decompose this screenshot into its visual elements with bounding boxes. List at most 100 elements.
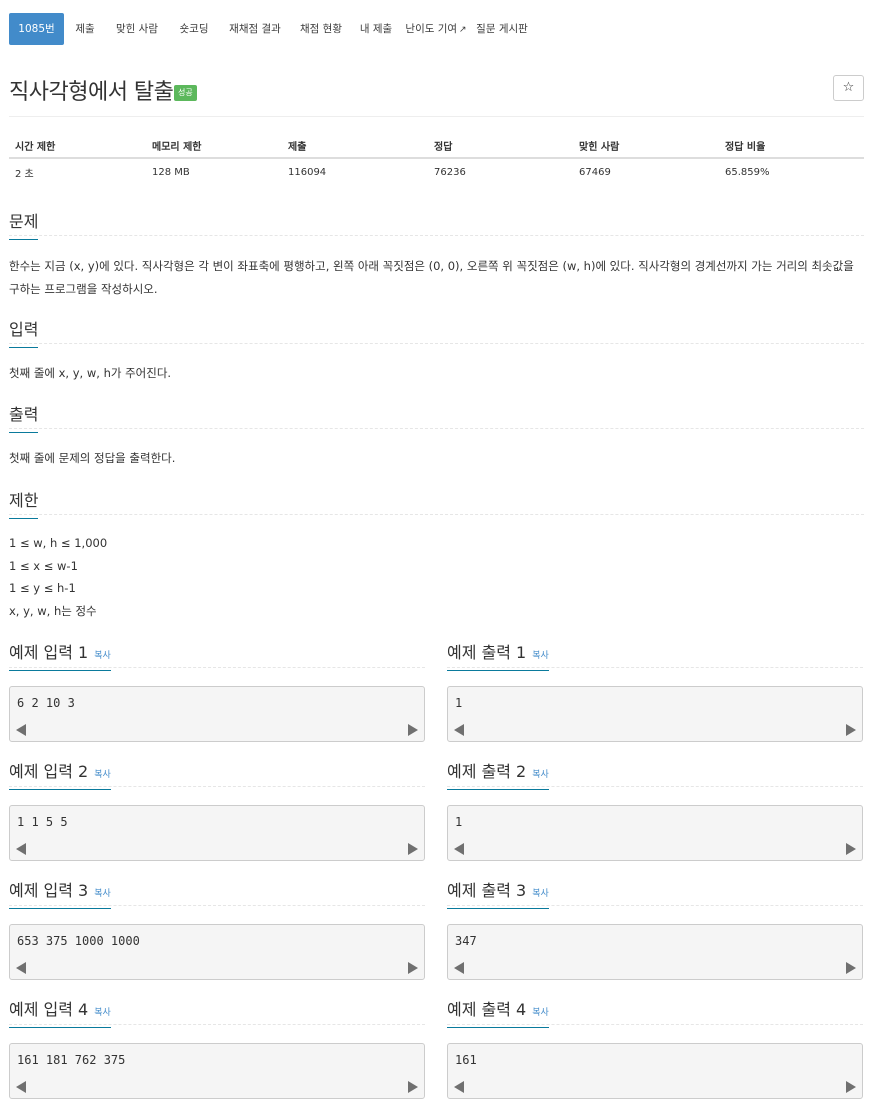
section-divider [9,667,425,668]
tab-short-coding[interactable]: 숏코딩 [169,13,219,45]
sample-output-code: 161 [455,1053,477,1067]
sample-input-2-header: 예제 입력 2 복사 [9,758,425,790]
sample-input-title-text: 예제 입력 2 [9,762,89,781]
scroll-right-arrow-icon[interactable] [408,843,418,855]
copy-button[interactable]: 복사 [94,651,111,661]
sample-input-title-text: 예제 입력 3 [9,881,89,900]
sample-input-code: 653 375 1000 1000 [17,934,140,948]
copy-button[interactable]: 복사 [94,889,111,899]
problem-page: 1085번 제출 맞힌 사람 숏코딩 재채점 결과 채점 현황 내 제출 난이도… [0,0,880,1111]
input-description: 첫째 줄에 x, y, w, h가 주어진다. [9,366,172,380]
value-memory-limit: 128 MB [152,167,190,178]
scroll-right-arrow-icon[interactable] [846,1081,856,1093]
info-header-row: 시간 제한 메모리 제한 제출 정답 맞힌 사람 정답 비율 [9,134,864,159]
page-title: 직사각형에서 탈출 [9,80,174,105]
scroll-right-arrow-icon[interactable] [408,962,418,974]
section-divider [447,786,863,787]
value-time-limit: 2 초 [15,169,34,180]
copy-button[interactable]: 복사 [532,889,549,899]
section-divider [9,514,864,515]
external-link-icon: ↗ [459,25,467,35]
sample-output-3-header: 예제 출력 3 복사 [447,877,863,909]
status-badge: 성공 [174,85,197,101]
scroll-right-arrow-icon[interactable] [846,843,856,855]
tab-difficulty-contribution[interactable]: 난이도 기여 ↗ [401,13,471,45]
section-divider [9,343,864,344]
problem-nav-tabs: 1085번 제출 맞힌 사람 숏코딩 재채점 결과 채점 현황 내 제출 난이도… [9,13,533,45]
limit-item: x, y, w, h는 정수 [9,603,97,618]
scroll-left-arrow-icon[interactable] [454,962,464,974]
scroll-left-arrow-icon[interactable] [454,1081,464,1093]
sample-output-4-box: 161 [447,1043,863,1099]
sample-output-code: 1 [455,815,463,829]
problem-description-line: 한수는 지금 (x, y)에 있다. 직사각형은 각 변이 좌표축에 평행하고,… [9,259,854,273]
value-accept-ratio: 65.859% [725,167,770,178]
limit-item: 1 ≤ y ≤ h-1 [9,581,76,595]
sample-output-title-text: 예제 출력 3 [447,881,527,900]
value-submissions: 116094 [288,167,327,178]
scroll-left-arrow-icon[interactable] [16,1081,26,1093]
copy-button[interactable]: 복사 [94,770,111,780]
sample-input-1-header: 예제 입력 1 복사 [9,639,425,671]
section-divider [447,667,863,668]
scroll-right-arrow-icon[interactable] [408,1081,418,1093]
copy-button[interactable]: 복사 [94,1008,111,1018]
header-time-limit: 시간 제한 [9,134,146,159]
tab-difficulty-label: 난이도 기여 [405,23,458,35]
star-button[interactable]: ☆ [833,75,864,101]
title-divider [9,116,864,117]
sample-input-code: 1 1 5 5 [17,815,68,829]
tab-rejudge-results[interactable]: 재채점 결과 [220,13,290,45]
section-divider [447,1024,863,1025]
copy-button[interactable]: 복사 [532,1008,549,1018]
section-divider [9,428,864,429]
scroll-left-arrow-icon[interactable] [16,724,26,736]
section-output: 출력 [9,401,864,433]
problem-description: 한수는 지금 (x, y)에 있다. 직사각형은 각 변이 좌표축에 평행하고,… [9,255,867,300]
info-value-row: 2 초 128 MB 116094 76236 67469 65.859% [9,158,864,186]
section-input: 입력 [9,316,864,348]
output-description: 첫째 줄에 문제의 정답을 출력한다. [9,451,176,465]
sample-output-title-text: 예제 출력 4 [447,1000,527,1019]
sample-input-4-header: 예제 입력 4 복사 [9,996,425,1028]
section-divider [9,786,425,787]
copy-button[interactable]: 복사 [532,770,549,780]
tab-question-board[interactable]: 질문 게시판 [472,13,532,45]
scroll-left-arrow-icon[interactable] [454,843,464,855]
sample-input-code: 6 2 10 3 [17,696,75,710]
sample-output-1-box: 1 [447,686,863,742]
problem-description-line: 구하는 프로그램을 작성하시오. [9,281,158,296]
tab-submit[interactable]: 제출 [65,13,105,45]
sample-output-code: 1 [455,696,463,710]
limit-item: 1 ≤ w, h ≤ 1,000 [9,536,108,550]
value-solved-users: 67469 [579,167,611,178]
problem-info-table: 시간 제한 메모리 제한 제출 정답 맞힌 사람 정답 비율 2 초 128 M… [9,134,864,186]
sample-output-code: 347 [455,934,477,948]
scroll-right-arrow-icon[interactable] [846,724,856,736]
scroll-left-arrow-icon[interactable] [454,724,464,736]
tab-judge-status[interactable]: 채점 현황 [291,13,351,45]
scroll-right-arrow-icon[interactable] [408,724,418,736]
sample-output-4-header: 예제 출력 4 복사 [447,996,863,1028]
sample-output-2-header: 예제 출력 2 복사 [447,758,863,790]
section-divider [9,1024,425,1025]
tab-my-submissions[interactable]: 내 제출 [352,13,400,45]
header-memory-limit: 메모리 제한 [146,134,282,159]
sample-input-code: 161 181 762 375 [17,1053,126,1067]
section-divider [447,905,863,906]
tab-problem[interactable]: 1085번 [9,13,64,45]
sample-output-2-box: 1 [447,805,863,861]
limit-item: 1 ≤ x ≤ w-1 [9,558,78,573]
copy-button[interactable]: 복사 [532,651,549,661]
sample-input-title-text: 예제 입력 4 [9,1000,89,1019]
scroll-right-arrow-icon[interactable] [846,962,856,974]
tab-solved-users[interactable]: 맞힌 사람 [106,13,168,45]
sample-input-1-box: 6 2 10 3 [9,686,425,742]
scroll-left-arrow-icon[interactable] [16,843,26,855]
header-accept-ratio: 정답 비율 [719,134,864,159]
section-problem: 문제 [9,208,864,240]
scroll-left-arrow-icon[interactable] [16,962,26,974]
sample-output-title-text: 예제 출력 1 [447,643,527,662]
sample-output-1-header: 예제 출력 1 복사 [447,639,863,671]
section-divider [9,235,864,236]
